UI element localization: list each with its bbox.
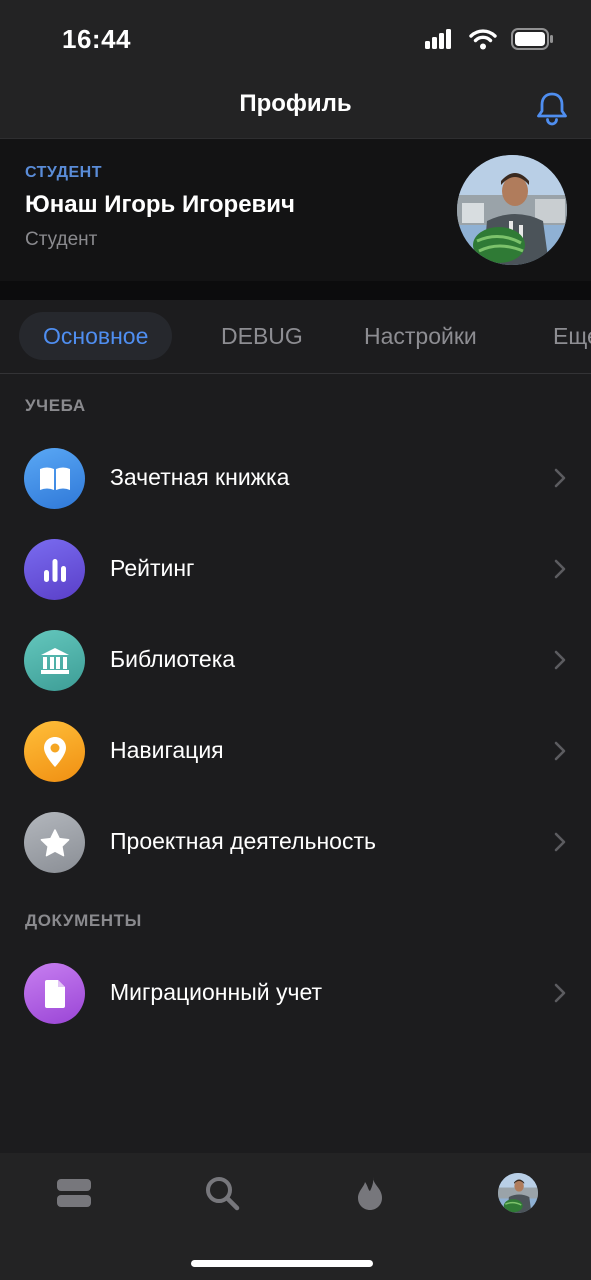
chevron-right-icon: [554, 832, 566, 852]
tab-main[interactable]: Основное: [19, 312, 173, 360]
avatar[interactable]: [457, 155, 567, 265]
star-icon: [24, 812, 85, 873]
menu-item-label: Проектная деятельность: [110, 828, 376, 854]
menu-item-rating[interactable]: Рейтинг: [0, 529, 591, 609]
chevron-right-icon: [554, 741, 566, 761]
top-bar: 16:44 Профиль: [0, 0, 591, 138]
bell-icon[interactable]: [535, 90, 569, 126]
menu-item-navigation[interactable]: Навигация: [0, 711, 591, 791]
profile-role: СТУДЕНТ: [25, 164, 102, 181]
section-title-study: УЧЕБА: [25, 396, 86, 415]
profile-card[interactable]: СТУДЕНТ Юнаш Игорь Игоревич Студент: [0, 139, 591, 281]
avatar-photo: [457, 155, 567, 265]
status-icons: [425, 26, 553, 52]
tabbar-search[interactable]: [200, 1171, 244, 1215]
menu-item-label: Навигация: [110, 737, 224, 763]
menu-item-projects[interactable]: Проектная деятельность: [0, 802, 591, 882]
tab-debug[interactable]: DEBUG: [221, 312, 303, 360]
book-icon: [24, 448, 85, 509]
menu-item-label: Миграционный учет: [110, 979, 323, 1005]
profile-avatar: [498, 1173, 538, 1213]
tab-settings[interactable]: Настройки: [364, 312, 477, 360]
home-indicator[interactable]: [191, 1260, 373, 1267]
wifi-icon: [469, 28, 497, 49]
tabs-divider: [0, 373, 591, 374]
chevron-right-icon: [554, 983, 566, 1003]
status-time: 16:44: [62, 24, 131, 54]
menu-item-label: Библиотека: [110, 646, 236, 672]
section-gap: [0, 281, 591, 300]
cellular-signal-icon: [425, 29, 451, 49]
profile-name: Юнаш Игорь Игоревич: [25, 191, 295, 218]
location-pin-icon: [24, 721, 85, 782]
battery-icon: [511, 28, 553, 50]
menu-item-label: Зачетная книжка: [110, 464, 290, 490]
menu-item-migration[interactable]: Миграционный учет: [0, 953, 591, 1033]
tab-more[interactable]: Еще: [553, 312, 591, 360]
tabs-bar: Основное DEBUG Настройки Еще: [0, 300, 591, 373]
section-title-documents: ДОКУМЕНТЫ: [25, 911, 142, 930]
flame-icon: [358, 1177, 382, 1210]
document-icon: [24, 963, 85, 1024]
tabbar-feed[interactable]: [52, 1171, 96, 1215]
menu-item-gradebook[interactable]: Зачетная книжка: [0, 438, 591, 518]
chevron-right-icon: [554, 559, 566, 579]
profile-subtitle: Студент: [25, 229, 98, 250]
bar-chart-icon: [24, 539, 85, 600]
main-panel: Основное DEBUG Настройки Еще УЧЕБА Зачет…: [0, 300, 591, 1153]
menu-item-label: Рейтинг: [110, 555, 195, 581]
library-icon: [24, 630, 85, 691]
tabbar-flame[interactable]: [348, 1171, 392, 1215]
search-icon: [206, 1177, 240, 1211]
page-title: Профиль: [239, 90, 352, 117]
menu-item-library[interactable]: Библиотека: [0, 620, 591, 700]
tabbar-profile[interactable]: [496, 1171, 540, 1215]
feed-icon: [57, 1179, 91, 1207]
chevron-right-icon: [554, 468, 566, 488]
chevron-right-icon: [554, 650, 566, 670]
